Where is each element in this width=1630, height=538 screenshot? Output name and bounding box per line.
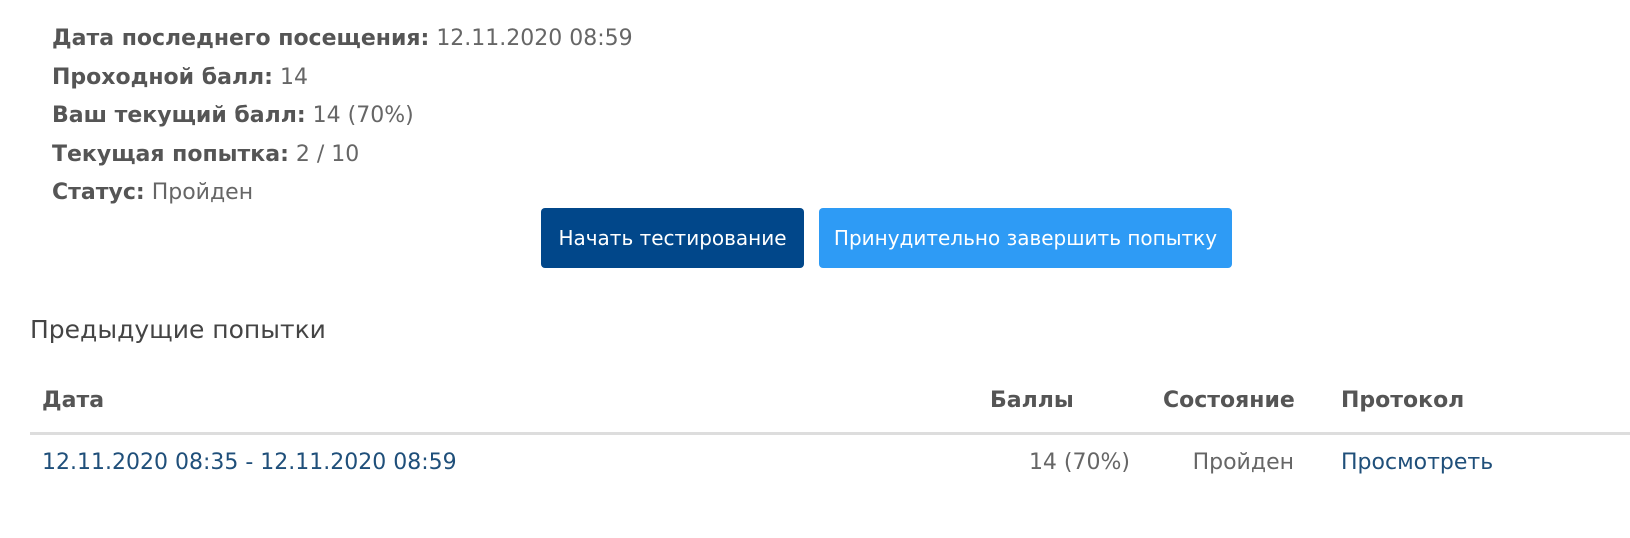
column-header-state: Состояние <box>1163 388 1295 413</box>
passing-score-value: 14 <box>279 64 308 90</box>
passing-score-row: Проходной балл: 14 <box>52 59 633 98</box>
table-header-divider <box>30 432 1630 435</box>
attempt-state: Пройден <box>1192 450 1294 475</box>
current-score-value: 14 (70%) <box>312 103 414 129</box>
previous-attempts-title: Предыдущие попытки <box>30 315 326 344</box>
passing-score-label: Проходной балл: <box>52 64 273 90</box>
force-finish-attempt-button[interactable]: Принудительно завершить попытку <box>819 208 1232 268</box>
current-score-label: Ваш текущий балл: <box>52 103 306 129</box>
start-testing-button[interactable]: Начать тестирование <box>541 208 804 268</box>
view-protocol-link[interactable]: Просмотреть <box>1341 450 1493 475</box>
status-label: Статус: <box>52 180 145 206</box>
current-attempt-row: Текущая попытка: 2 / 10 <box>52 136 633 175</box>
current-attempt-label: Текущая попытка: <box>52 141 289 167</box>
attempt-date-link[interactable]: 12.11.2020 08:35 - 12.11.2020 08:59 <box>42 450 457 475</box>
column-header-score: Баллы <box>990 388 1074 413</box>
status-value: Пройден <box>151 180 254 206</box>
last-visit-value: 12.11.2020 08:59 <box>436 26 633 51</box>
column-header-protocol: Протокол <box>1341 388 1465 413</box>
last-visit-row: Дата последнего посещения: 12.11.2020 08… <box>52 20 633 59</box>
current-attempt-value: 2 / 10 <box>295 141 360 167</box>
attempt-score: 14 (70%) <box>1028 450 1130 475</box>
test-info: Дата последнего посещения: 12.11.2020 08… <box>52 20 633 213</box>
last-visit-label: Дата последнего посещения: <box>52 26 430 51</box>
current-score-row: Ваш текущий балл: 14 (70%) <box>52 97 633 136</box>
column-header-date: Дата <box>42 388 105 413</box>
